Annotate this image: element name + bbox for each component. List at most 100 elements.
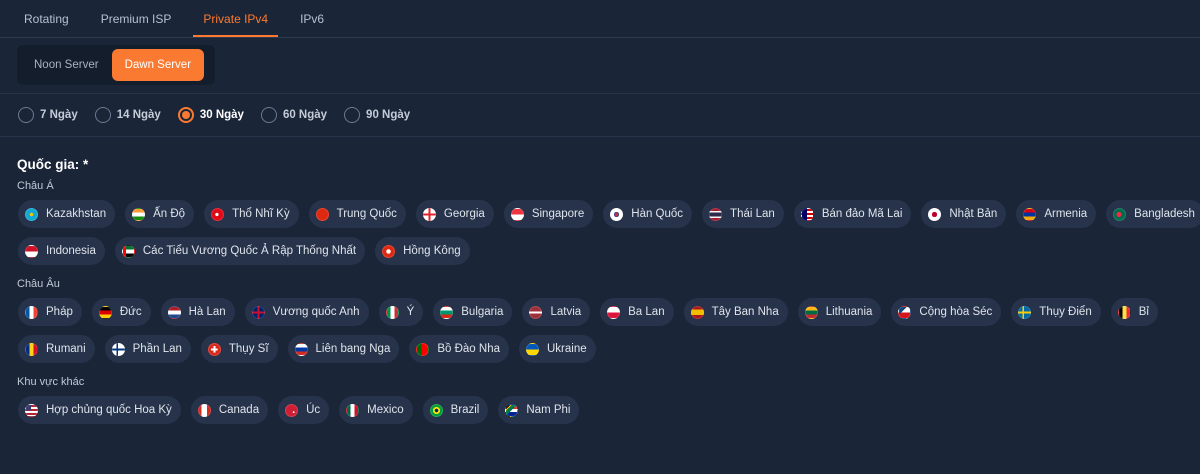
country-chip-label: Kazakhstan: [46, 208, 107, 220]
server-switch: Noon Server Dawn Server: [17, 45, 215, 85]
country-chip-label: Úc: [306, 404, 321, 416]
lithuania-flag-icon: [804, 305, 818, 319]
country-chip[interactable]: Bồ Đào Nha: [409, 335, 509, 363]
country-chip-label: Nam Phi: [526, 404, 571, 416]
radio-icon[interactable]: [18, 107, 34, 123]
tab-rotating[interactable]: Rotating: [14, 0, 79, 37]
region-label-other: Khu vực khác: [17, 376, 85, 388]
region-label-europe: Châu Âu: [17, 278, 60, 290]
country-chip-label: Rumani: [46, 343, 86, 355]
tab-ipv6[interactable]: IPv6: [290, 0, 334, 37]
country-chip[interactable]: Ý: [378, 298, 424, 326]
tab-premium-isp[interactable]: Premium ISP: [91, 0, 182, 37]
country-chip[interactable]: Hồng Kông: [375, 237, 470, 265]
country-chip[interactable]: Georgia: [415, 200, 494, 228]
country-chip[interactable]: Trung Quốc: [308, 200, 406, 228]
duration-option-7[interactable]: 7 Ngày: [18, 107, 78, 123]
country-chip-label: Lithuania: [825, 306, 873, 318]
country-chip[interactable]: Lithuania: [797, 298, 882, 326]
country-chip[interactable]: Đức: [91, 298, 151, 326]
country-chip-label: Bangladesh: [1134, 208, 1195, 220]
kazakhstan-flag-icon: [25, 207, 38, 221]
country-chip[interactable]: Indonesia: [18, 237, 105, 265]
chip-row: Indonesia Các Tiểu Vương Quốc Ả Rập Thống…: [18, 237, 480, 265]
duration-option-14[interactable]: 14 Ngày: [94, 107, 161, 123]
country-chip[interactable]: Hàn Quốc: [603, 200, 693, 228]
country-chip[interactable]: Nhật Bản: [921, 200, 1007, 228]
mexico-flag-icon: [346, 403, 360, 417]
country-chip[interactable]: Thổ Nhĩ Kỳ: [204, 200, 299, 228]
country-chip[interactable]: Bán đảo Mã Lai: [793, 200, 912, 228]
country-chip[interactable]: Hà Lan: [160, 298, 235, 326]
duration-option-30[interactable]: 30 Ngày: [177, 107, 244, 123]
country-chip[interactable]: Thái Lan: [702, 200, 784, 228]
country-chip[interactable]: Singapore: [503, 200, 594, 228]
indonesia-flag-icon: [25, 244, 38, 258]
czech-flag-icon: [898, 305, 912, 319]
duration-label: 30 Ngày: [199, 109, 244, 121]
country-chip[interactable]: Vương quốc Anh: [244, 298, 369, 326]
country-chip[interactable]: Canada: [190, 396, 269, 424]
dawn-server-button[interactable]: Dawn Server: [111, 49, 205, 81]
country-chip-label: Hồng Kông: [403, 245, 461, 257]
chip-row: Hợp chủng quốc Hoa Kỳ Canada Úc Mexico Brazi…: [18, 396, 589, 424]
radio-icon[interactable]: [344, 107, 361, 123]
country-chip[interactable]: Liên bang Nga: [287, 335, 400, 363]
netherlands-flag-icon: [167, 305, 181, 319]
country-chip[interactable]: Armenia: [1016, 200, 1097, 228]
armenia-flag-icon: [1023, 207, 1037, 221]
france-flag-icon: [25, 305, 38, 319]
duration-option-60[interactable]: 60 Ngày: [260, 107, 327, 123]
country-chip[interactable]: Hợp chủng quốc Hoa Kỳ: [18, 396, 181, 424]
duration-radio-group: 7 Ngày 14 Ngày 30 Ngày 60 Ngày 90 Ngày: [18, 105, 427, 125]
country-chip[interactable]: Tây Ban Nha: [683, 298, 788, 326]
finland-flag-icon: [111, 342, 125, 356]
country-chip[interactable]: Bỉ: [1110, 298, 1158, 326]
country-chip-label: Indonesia: [46, 245, 96, 257]
country-chip[interactable]: Các Tiểu Vương Quốc Ả Rập Thống Nhất: [114, 237, 366, 265]
romania-flag-icon: [25, 342, 38, 356]
country-chip[interactable]: Latvia: [522, 298, 591, 326]
uk-flag-icon: [251, 305, 265, 319]
region-label-asia: Châu Á: [17, 180, 54, 192]
country-chip[interactable]: Ấn Độ: [125, 200, 195, 228]
country-chip[interactable]: Ba Lan: [600, 298, 674, 326]
country-chip[interactable]: Cộng hòa Séc: [891, 298, 1002, 326]
country-chip-label: Ukraine: [547, 343, 587, 355]
russia-flag-icon: [294, 342, 308, 356]
country-chip[interactable]: Thụy Sĩ: [200, 335, 278, 363]
country-chip[interactable]: Bulgaria: [433, 298, 513, 326]
country-chip[interactable]: Pháp: [18, 298, 82, 326]
duration-option-90[interactable]: 90 Ngày: [344, 107, 410, 123]
chip-row: Rumani Phần Lan Thụy Sĩ Liên bang Nga Bồ Đào…: [18, 335, 606, 363]
country-chip-label: Singapore: [531, 208, 585, 220]
bangladesh-flag-icon: [1113, 207, 1127, 221]
country-chip[interactable]: Thụy Điển: [1011, 298, 1101, 326]
sweden-flag-icon: [1018, 305, 1032, 319]
poland-flag-icon: [607, 305, 621, 319]
duration-label: 90 Ngày: [366, 109, 411, 121]
country-chip[interactable]: Ukraine: [519, 335, 596, 363]
country-chip[interactable]: Nam Phi: [498, 396, 580, 424]
country-chip-label: Thụy Điển: [1039, 306, 1092, 318]
chip-row: Pháp Đức Hà Lan Vương quốc Anh Ý Bulgaria Latv…: [18, 298, 1168, 326]
country-chip-label: Phần Lan: [132, 343, 182, 355]
switzerland-flag-icon: [207, 342, 221, 356]
country-chip-label: Tây Ban Nha: [711, 306, 779, 318]
country-chip-label: Armenia: [1044, 208, 1088, 220]
country-chip[interactable]: Brazil: [422, 396, 489, 424]
radio-icon[interactable]: [94, 107, 111, 123]
tab-private-ipv4[interactable]: Private IPv4: [193, 0, 279, 37]
country-chip[interactable]: Bangladesh: [1106, 200, 1200, 228]
radio-icon[interactable]: [260, 107, 277, 123]
noon-server-button[interactable]: Noon Server: [21, 49, 112, 81]
radio-checked-icon[interactable]: [177, 107, 194, 123]
country-chip[interactable]: Phần Lan: [104, 335, 191, 363]
country-chip[interactable]: Kazakhstan: [18, 200, 116, 228]
country-chip[interactable]: Úc: [278, 396, 330, 424]
ukraine-flag-icon: [526, 342, 539, 356]
country-chip[interactable]: Rumani: [18, 335, 95, 363]
country-chip[interactable]: Mexico: [339, 396, 413, 424]
malaysia-flag-icon: [800, 207, 814, 221]
italy-flag-icon: [385, 305, 399, 319]
